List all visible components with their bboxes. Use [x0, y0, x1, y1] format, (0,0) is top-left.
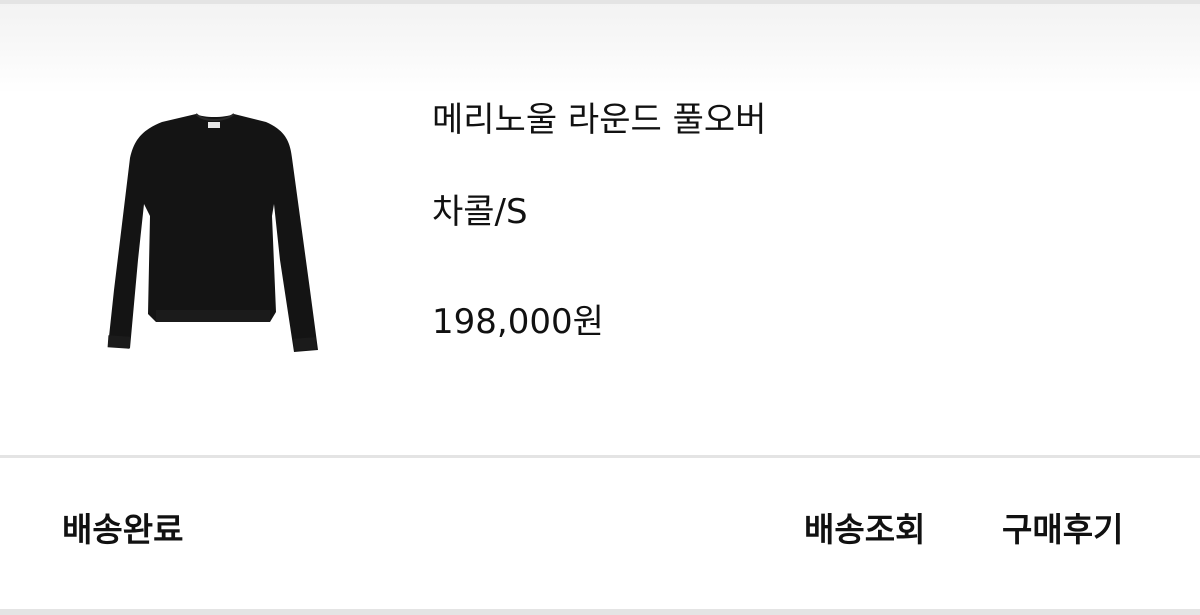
write-review-button[interactable]: 구매후기	[1002, 508, 1123, 552]
sweater-image-icon	[107, 113, 318, 352]
delivery-status-label: 배송완료	[62, 510, 184, 549]
product-price: 198,000원	[432, 302, 604, 342]
product-thumbnail[interactable]	[96, 100, 332, 364]
product-name[interactable]: 메리노울 라운드 풀오버	[432, 98, 766, 142]
card-top-shade	[0, 4, 1200, 94]
track-delivery-button[interactable]: 배송조회	[804, 508, 925, 552]
order-item-card[interactable]: 메리노울 라운드 풀오버 차콜/S 198,000원	[0, 4, 1200, 455]
order-item-page: 메리노울 라운드 풀오버 차콜/S 198,000원 배송완료 배송조회 구매후…	[0, 0, 1200, 615]
product-option: 차콜/S	[432, 192, 528, 232]
order-status-bar: 배송완료 배송조회 구매후기	[0, 458, 1200, 609]
bottom-divider	[0, 609, 1200, 615]
